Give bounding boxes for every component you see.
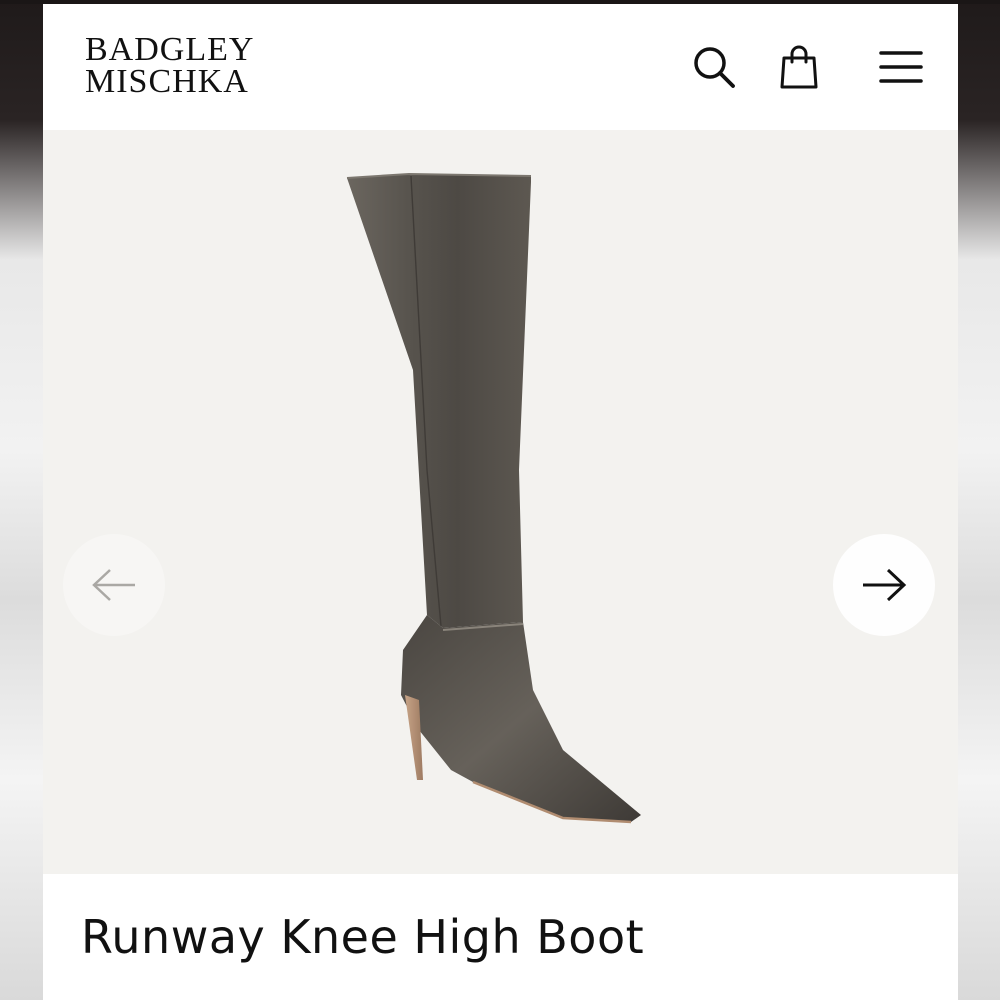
site-header: BADGLEY MISCHKA <box>43 4 958 130</box>
phone-screen: BADGLEY MISCHKA Runway Knee High Boot <box>43 4 958 1000</box>
hamburger-menu-icon <box>879 51 923 83</box>
product-title: Runway Knee High Boot <box>81 910 645 964</box>
shopping-bag-icon <box>780 45 818 89</box>
product-image-gallery <box>43 130 958 874</box>
search-icon <box>694 47 735 88</box>
background-left <box>0 0 43 1000</box>
arrow-right-icon <box>863 568 907 602</box>
brand-line-1: BADGLEY <box>85 31 255 68</box>
next-image-button[interactable] <box>833 534 935 636</box>
arrow-left-icon <box>92 569 135 601</box>
brand-logo[interactable]: BADGLEY MISCHKA <box>85 31 255 100</box>
background-right <box>958 0 1000 1000</box>
menu-button[interactable] <box>876 42 926 92</box>
product-info: Runway Knee High Boot <box>43 874 958 1000</box>
search-button[interactable] <box>689 42 739 92</box>
previous-image-button[interactable] <box>63 534 165 636</box>
brand-line-2: MISCHKA <box>85 63 249 100</box>
boot-image <box>323 170 663 830</box>
cart-button[interactable] <box>774 42 824 92</box>
